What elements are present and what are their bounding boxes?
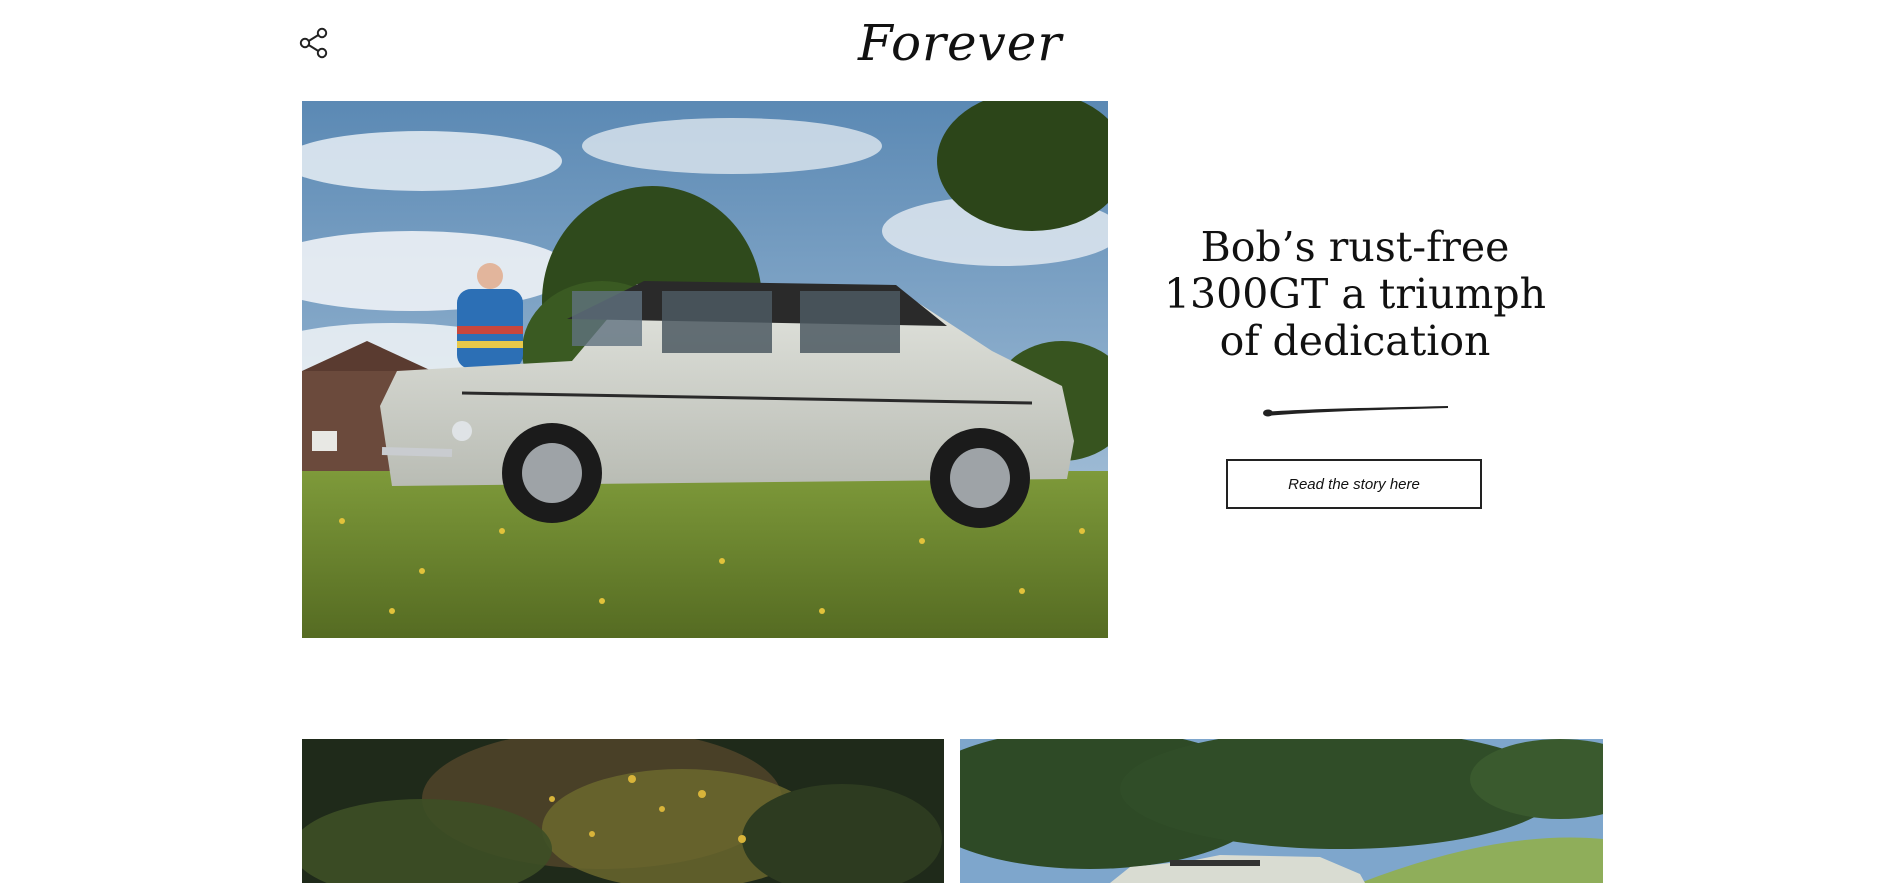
- headline-line-1: Bob’s rust-free: [1200, 223, 1510, 271]
- share-icon: [299, 27, 329, 63]
- logo-text: Forever Cars: [857, 14, 1070, 72]
- headline-line-3: of dedication: [1219, 317, 1491, 365]
- share-button[interactable]: [298, 27, 330, 63]
- story-headline: Bob’s rust-free 1300GT a triumph of dedi…: [1150, 224, 1560, 365]
- headline-line-2: 1300GT a triumph: [1163, 270, 1547, 318]
- brush-stroke-divider: [1262, 400, 1452, 420]
- story-card-image-2[interactable]: [960, 739, 1603, 883]
- read-story-button[interactable]: Read the story here: [1226, 459, 1482, 509]
- site-logo[interactable]: Forever Cars: [854, 10, 1200, 82]
- hero-image[interactable]: [302, 101, 1108, 638]
- story-card-image-1[interactable]: [302, 739, 944, 883]
